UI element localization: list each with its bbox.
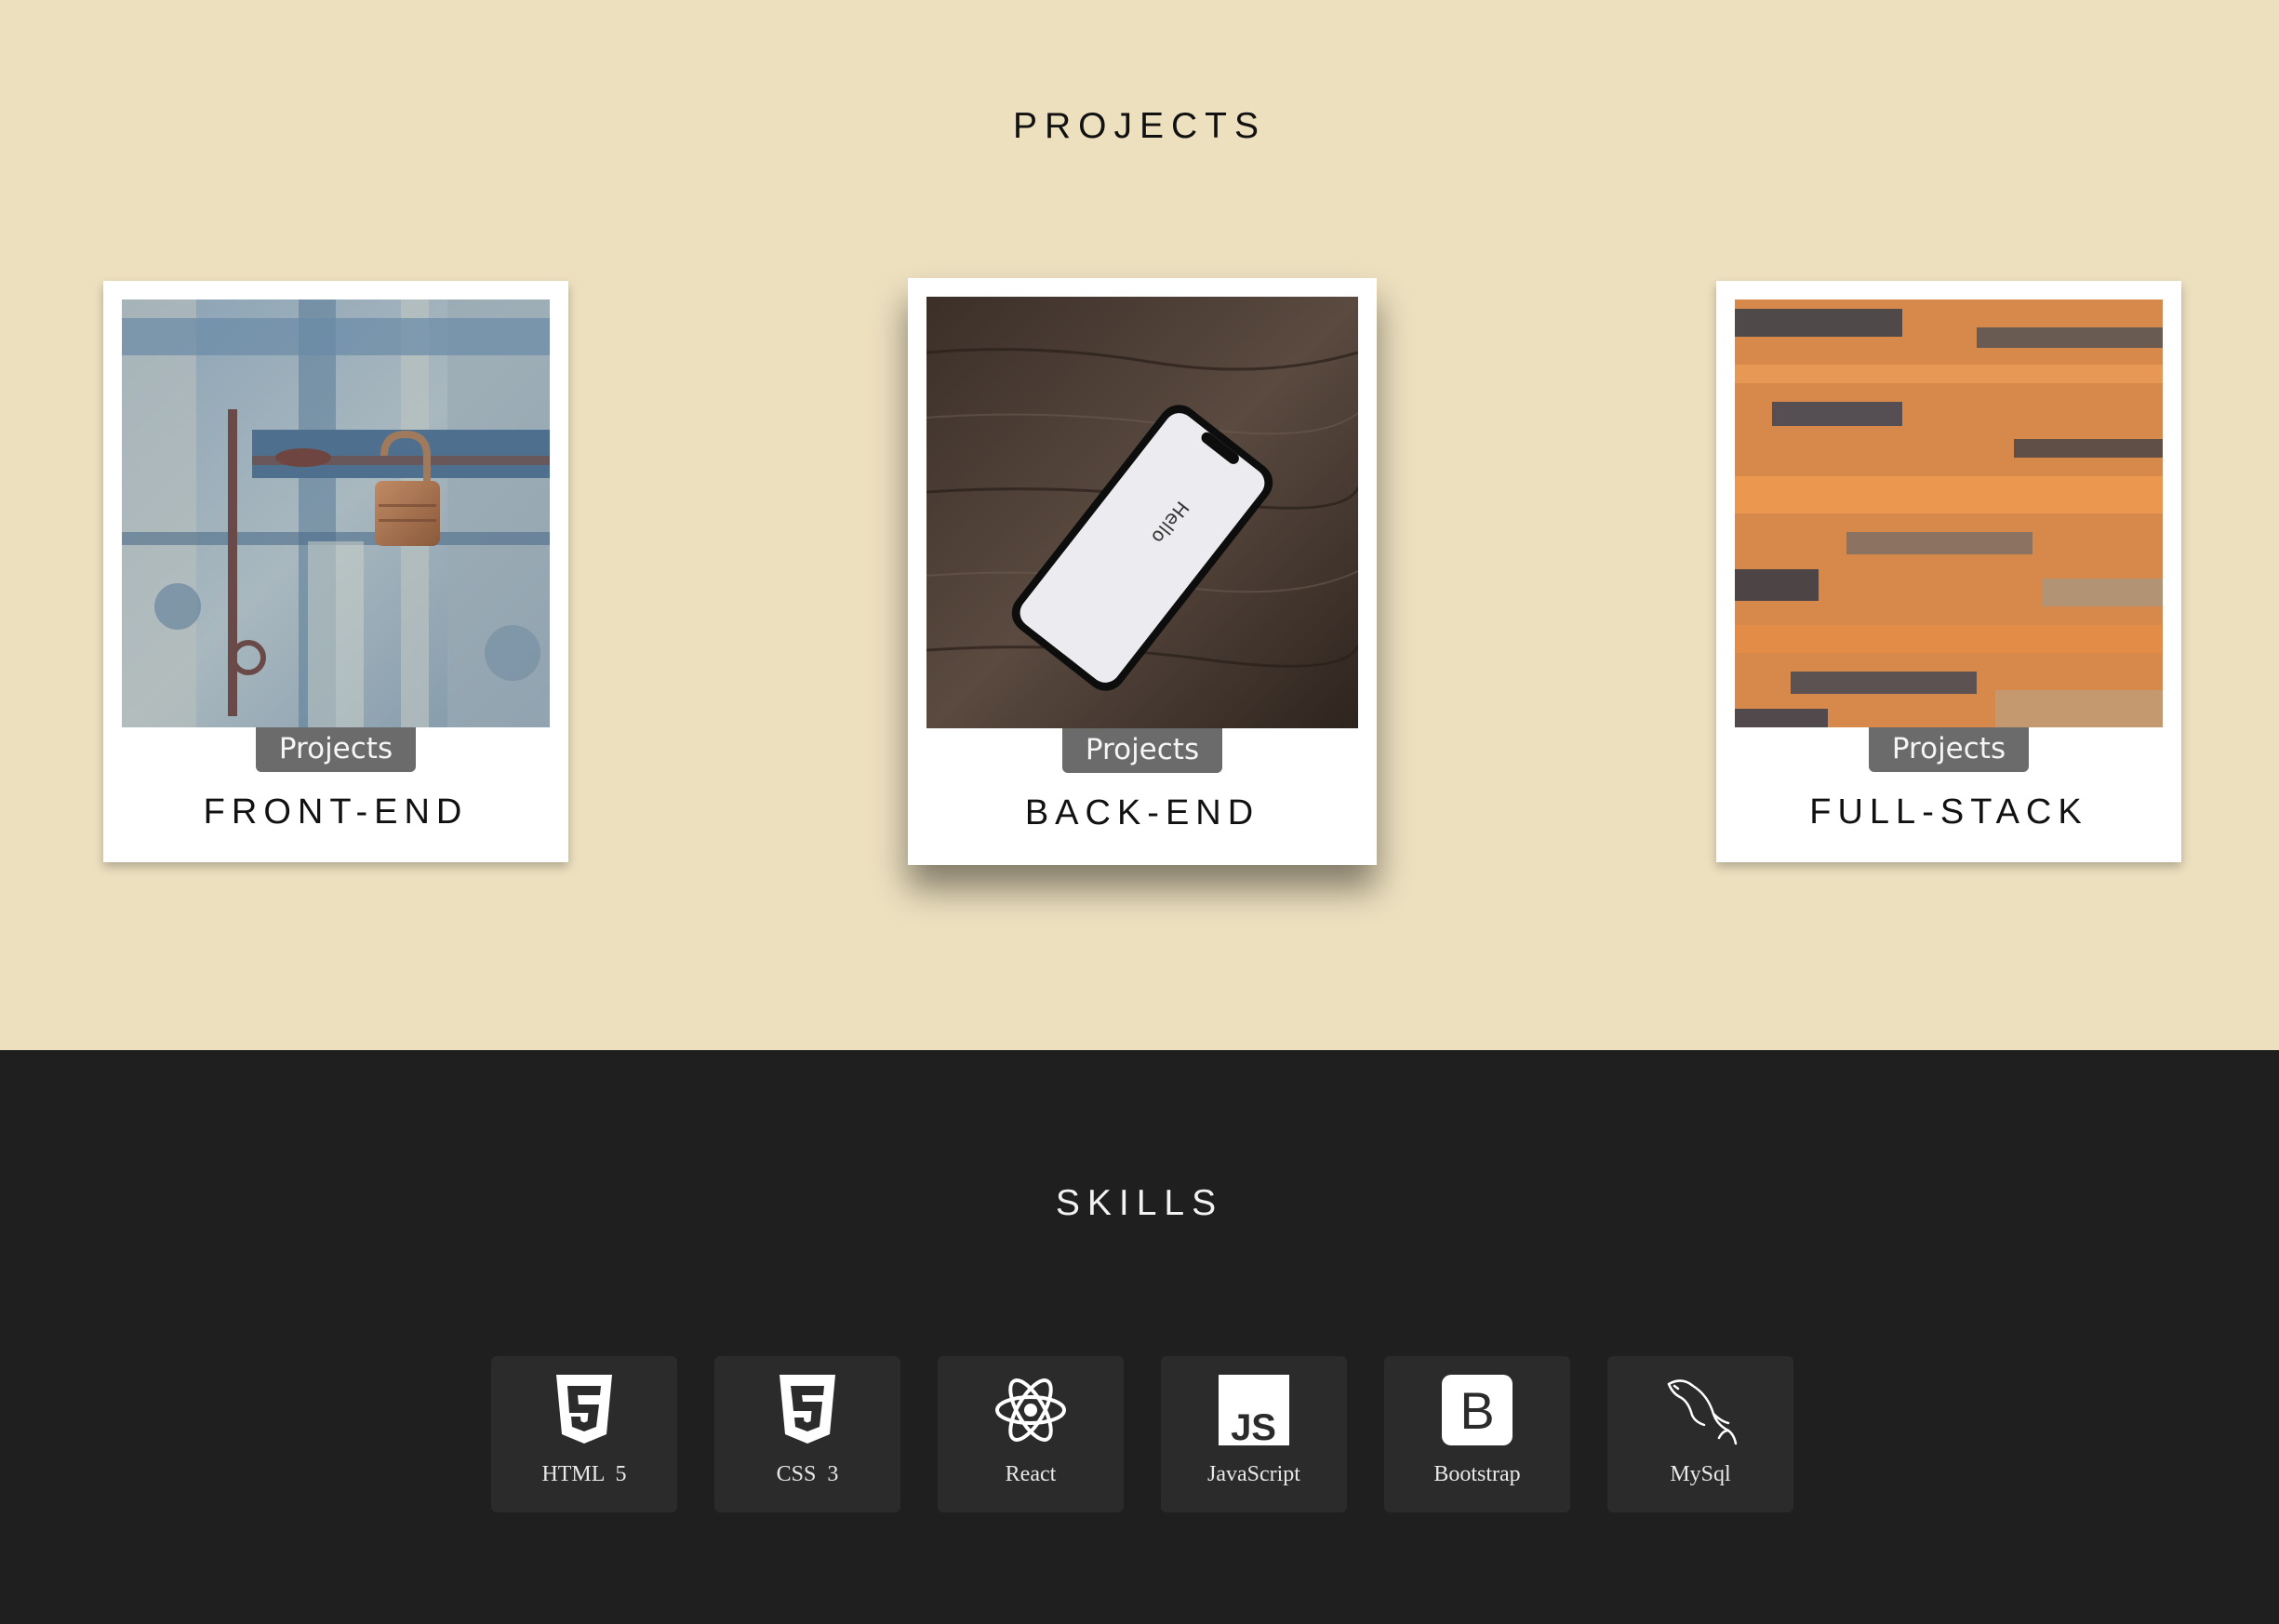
skill-html5[interactable]: HTML 5 — [491, 1356, 677, 1512]
card-title-fullstack: FULL-STACK — [1809, 792, 2088, 832]
javascript-icon: JS — [1217, 1373, 1291, 1447]
skill-label-react: React — [1005, 1462, 1057, 1486]
project-card-frontend[interactable]: Projects FRONT-END — [103, 281, 568, 862]
card-title-backend: BACK-END — [1024, 793, 1260, 832]
projects-tag: Projects — [1062, 728, 1222, 773]
css3-icon — [770, 1373, 845, 1447]
html5-icon — [547, 1373, 621, 1447]
project-card-fullstack[interactable]: Projects FULL-STACK — [1716, 281, 2181, 862]
projects-tag: Projects — [256, 727, 416, 772]
orange-blur-image — [1735, 300, 2163, 727]
skills-heading: SKILLS — [1055, 1183, 1224, 1223]
skills-section: SKILLS — [0, 1050, 2279, 1624]
skill-label-javascript: JavaScript — [1207, 1462, 1300, 1486]
skill-label-mysql: MySql — [1670, 1462, 1731, 1486]
svg-text:B: B — [1459, 1381, 1494, 1440]
skill-mysql[interactable]: MySql — [1607, 1356, 1793, 1512]
padlock-door-image — [122, 300, 550, 727]
svg-text:JS: JS — [1231, 1407, 1276, 1447]
skill-label-html5: HTML 5 — [541, 1462, 627, 1486]
phone-on-table-image: Hello — [926, 297, 1358, 728]
mysql-icon — [1663, 1373, 1738, 1447]
projects-tag: Projects — [1869, 727, 2029, 772]
projects-section: PROJECTS Projects FRONT-END Hello Projec… — [0, 0, 2279, 1050]
skill-label-css3: CSS 3 — [776, 1462, 839, 1486]
skill-label-bootstrap: Bootstrap — [1433, 1462, 1521, 1486]
skill-react[interactable]: React — [938, 1356, 1124, 1512]
projects-heading: PROJECTS — [1012, 106, 1267, 146]
skill-css3[interactable]: CSS 3 — [714, 1356, 900, 1512]
skill-javascript[interactable]: JS JavaScript — [1161, 1356, 1347, 1512]
card-title-frontend: FRONT-END — [203, 792, 469, 832]
bootstrap-icon: B — [1440, 1373, 1514, 1447]
project-card-backend[interactable]: Hello Projects BACK-END — [908, 278, 1377, 865]
react-icon — [993, 1373, 1068, 1447]
skill-bootstrap[interactable]: B Bootstrap — [1384, 1356, 1570, 1512]
